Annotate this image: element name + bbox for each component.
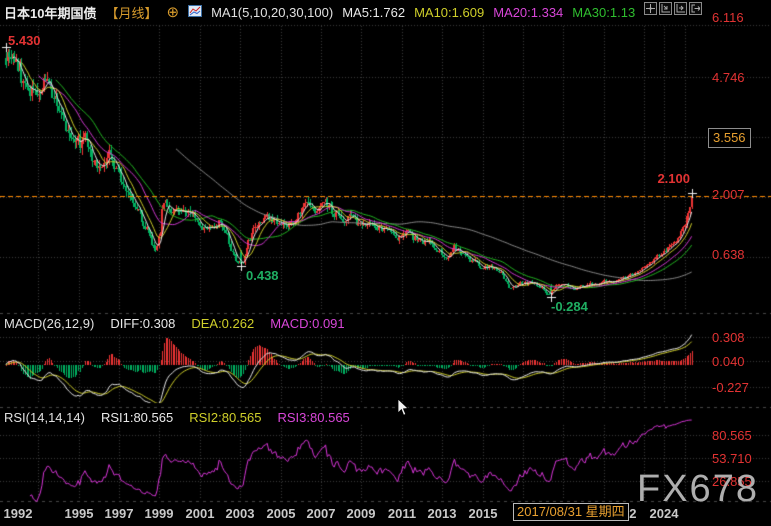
macd-axis-mid: 0.040 <box>712 354 745 369</box>
marker-low-2003: 0.438 <box>246 268 279 283</box>
rsi-title: RSI(14,14,14) <box>4 410 85 425</box>
macd-hist-value: MACD:0.091 <box>270 316 344 331</box>
marker-recent-high: 2.100 <box>657 171 690 186</box>
time-label-1999: 1999 <box>145 506 174 521</box>
chart-toolbar <box>644 2 702 15</box>
y-axis-label-0638: 0.638 <box>712 247 745 262</box>
rsi-axis-mid: 53.710 <box>712 451 752 466</box>
exit-chart-tool-icon[interactable] <box>689 2 702 15</box>
time-label-1997: 1997 <box>105 506 134 521</box>
macd-axis-high: 0.308 <box>712 330 745 345</box>
chart-window: 日本10年期国债 【月线】 ⊕ MA1(5,10,20,30,100) MA5:… <box>0 0 771 526</box>
price-line-label: 2.007 <box>712 187 745 202</box>
time-label-2005: 2005 <box>267 506 296 521</box>
rsi1-value: RSI1:80.565 <box>101 410 173 425</box>
period-selector[interactable]: 【月线】 <box>105 3 157 22</box>
axis-scroll-tool-icon[interactable] <box>674 2 687 15</box>
y-axis-label-6116: 6.116 <box>712 10 744 25</box>
ma20-value: MA20:1.334 <box>493 5 563 20</box>
time-label-1995: 1995 <box>65 506 94 521</box>
macd-axis-low: -0.227 <box>712 380 749 395</box>
mouse-pointer-icon <box>397 399 409 422</box>
macd-dea-value: DEA:0.262 <box>191 316 254 331</box>
add-indicator-icon[interactable]: ⊕ <box>166 6 179 19</box>
ma10-value: MA10:1.609 <box>414 5 484 20</box>
rsi2-value: RSI2:80.565 <box>189 410 261 425</box>
rsi-header: RSI(14,14,14) RSI1:80.565 RSI2:80.565 RS… <box>4 410 350 425</box>
rsi3-value: RSI3:80.565 <box>278 410 350 425</box>
ma-settings-label: MA1(5,10,20,30,100) <box>211 5 333 20</box>
time-label-2001: 2001 <box>186 506 215 521</box>
instrument-title: 日本10年期国债 <box>4 3 96 22</box>
time-label-2007: 2007 <box>307 506 336 521</box>
marker-all-time-high: 5.430 <box>8 33 41 48</box>
macd-title: MACD(26,12,9) <box>4 316 94 331</box>
time-label-2009: 2009 <box>347 506 376 521</box>
time-label-2015: 2015 <box>469 506 498 521</box>
macd-diff-value: DIFF:0.308 <box>110 316 175 331</box>
time-label-2013: 2013 <box>428 506 457 521</box>
mini-chart-icon[interactable] <box>188 5 202 20</box>
ma5-value: MA5:1.762 <box>342 5 405 20</box>
marker-low-2018: -0.284 <box>551 299 588 314</box>
header-bar: 日本10年期国债 【月线】 ⊕ MA1(5,10,20,30,100) MA5:… <box>4 3 635 22</box>
crosshair-tool-icon[interactable] <box>644 2 657 15</box>
crosshair-price-label: 3.556 <box>708 128 751 148</box>
watermark: FX678 <box>637 468 759 511</box>
axis-zoom-tool-icon[interactable] <box>659 2 672 15</box>
time-label-2003: 2003 <box>226 506 255 521</box>
ma30-value: MA30:1.13 <box>572 5 635 20</box>
chart-canvas[interactable] <box>0 0 771 526</box>
rsi-axis-high: 80.565 <box>712 428 752 443</box>
y-axis-label-4746: 4.746 <box>712 70 745 85</box>
time-label-2011: 2011 <box>388 506 416 521</box>
crosshair-date-label: 2017/08/31 星期四 <box>513 503 629 521</box>
macd-header: MACD(26,12,9) DIFF:0.308 DEA:0.262 MACD:… <box>4 316 345 331</box>
time-label-1992: 1992 <box>4 506 33 521</box>
